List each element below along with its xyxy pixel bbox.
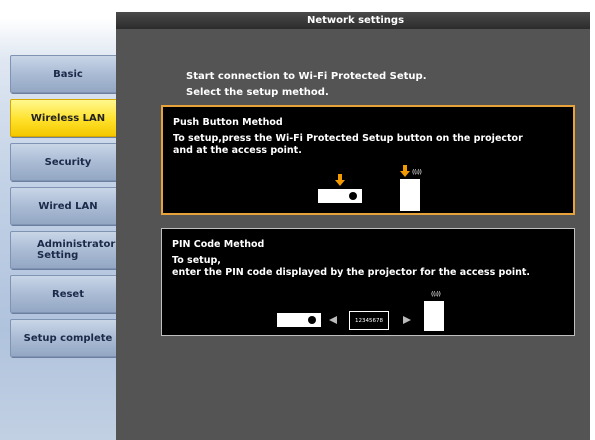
arrow-right-icon xyxy=(403,316,411,324)
sidebar-item-wired-lan[interactable]: Wired LAN xyxy=(10,187,126,225)
wireless-signal-icon: ((ı)) xyxy=(431,290,441,298)
push-button-method-title: Push Button Method xyxy=(173,117,283,128)
pin-code-method-option[interactable]: PIN Code Method To setup, enter the PIN … xyxy=(161,228,575,336)
push-button-method-description: To setup,press the Wi-Fi Protected Setup… xyxy=(173,133,523,157)
projector-icon xyxy=(318,189,362,203)
sidebar-item-label: Security xyxy=(44,156,92,168)
arrow-down-icon xyxy=(335,174,345,186)
projector-icon xyxy=(277,313,321,327)
push-button-desc-line-1: To setup,press the Wi-Fi Protected Setup… xyxy=(173,133,523,144)
access-point-icon xyxy=(424,301,444,331)
pin-code-display: 12345678 xyxy=(349,311,389,330)
sidebar-item-reset[interactable]: Reset xyxy=(10,275,126,313)
pin-code-method-description: To setup, enter the PIN code displayed b… xyxy=(172,255,530,279)
sidebar-item-label: Reset xyxy=(52,288,84,300)
sidebar-item-label: Administrator Setting xyxy=(37,239,116,261)
sidebar-item-label: Wireless LAN xyxy=(30,112,106,124)
pin-code-desc-line-2: enter the PIN code displayed by the proj… xyxy=(172,267,531,278)
pin-code-desc-line-1: To setup, xyxy=(172,255,221,266)
sidebar-item-label: Wired LAN xyxy=(38,200,98,212)
sidebar-item-label: Setup complete xyxy=(23,332,113,344)
wireless-signal-icon: ((ı)) xyxy=(412,168,422,176)
sidebar-item-administrator-setting[interactable]: Administrator Setting xyxy=(10,231,126,269)
intro-line-1: Start connection to Wi-Fi Protected Setu… xyxy=(186,71,427,82)
arrow-down-icon xyxy=(400,165,410,177)
push-button-method-option[interactable]: Push Button Method To setup,press the Wi… xyxy=(161,105,575,215)
arrow-left-icon xyxy=(329,316,337,324)
push-button-desc-line-2: and at the access point. xyxy=(173,145,302,156)
intro-line-2: Select the setup method. xyxy=(186,87,329,98)
sidebar-item-wireless-lan[interactable]: Wireless LAN xyxy=(10,99,126,137)
access-point-icon xyxy=(400,179,420,211)
page-title-text: Network settings xyxy=(306,15,405,26)
right-edge xyxy=(590,12,595,440)
sidebar: Basic Wireless LAN Security Wired LAN Ad… xyxy=(0,0,128,440)
intro-text: Start connection to Wi-Fi Protected Setu… xyxy=(186,69,427,101)
sidebar-item-security[interactable]: Security xyxy=(10,143,126,181)
sidebar-item-basic[interactable]: Basic xyxy=(10,55,126,93)
sidebar-item-setup-complete[interactable]: Setup complete xyxy=(10,319,126,357)
page-title: Network settings xyxy=(116,12,595,29)
pin-code-method-title: PIN Code Method xyxy=(172,239,265,250)
sidebar-item-label: Basic xyxy=(53,68,83,80)
